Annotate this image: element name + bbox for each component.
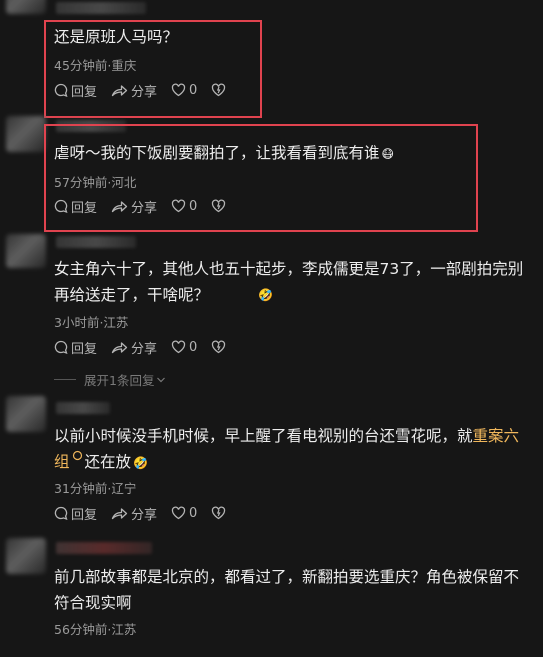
like-button[interactable]: 0 xyxy=(171,506,197,521)
dislike-button[interactable] xyxy=(211,506,229,520)
dislike-heart-icon xyxy=(212,340,226,354)
emoji-icon: 🤣 xyxy=(258,288,273,302)
avatar[interactable] xyxy=(6,234,46,268)
expand-replies-label: 展开1条回复 xyxy=(84,373,155,388)
search-circle-icon[interactable] xyxy=(72,450,83,461)
comment-actions: 回复 分享 0 xyxy=(54,504,243,523)
comment-text-before: 以前小时候没手机时候，早上醒了看电视别的台还雪花呢，就 xyxy=(54,427,473,445)
comment-text: 以前小时候没手机时候，早上醒了看电视别的台还雪花呢，就重案六组 还在放 🤣 xyxy=(54,423,532,476)
like-count: 0 xyxy=(189,505,198,521)
reply-button[interactable]: 回复 xyxy=(54,504,97,523)
like-button[interactable]: 0 xyxy=(171,340,197,355)
chevron-down-icon xyxy=(157,377,166,382)
comment-meta: 56分钟前·江苏 xyxy=(54,622,137,637)
avatar[interactable] xyxy=(6,0,46,14)
highlight-box xyxy=(44,20,262,118)
share-label: 分享 xyxy=(131,341,158,357)
reply-button[interactable]: 回复 xyxy=(54,338,97,357)
dislike-heart-icon xyxy=(212,506,226,520)
avatar[interactable] xyxy=(6,116,46,152)
comment-text: 前几部故事都是北京的，都看过了，新翻拍要选重庆？角色被保留不符合现实啊 xyxy=(54,568,520,612)
share-button[interactable]: 分享 xyxy=(111,504,157,523)
comment-bubble-icon xyxy=(54,340,68,354)
share-button[interactable]: 分享 xyxy=(111,338,157,357)
comment-bubble-icon xyxy=(54,506,68,520)
comment-meta: 31分钟前·辽宁 xyxy=(54,481,137,496)
username[interactable] xyxy=(56,402,110,414)
username[interactable] xyxy=(56,542,152,554)
like-count: 0 xyxy=(189,339,198,355)
reply-label: 回复 xyxy=(71,507,98,523)
heart-icon xyxy=(171,506,186,520)
share-arrow-icon xyxy=(111,342,128,354)
comment-text: 女主角六十了，其他人也五十起步，李成儒更是73了，一部剧拍完别再给送走了，干啥呢… xyxy=(54,260,524,304)
comment-actions: 回复 分享 0 xyxy=(54,338,243,357)
reply-label: 回复 xyxy=(71,341,98,357)
avatar[interactable] xyxy=(6,538,46,574)
share-label: 分享 xyxy=(131,507,158,523)
highlight-box xyxy=(44,124,478,232)
dislike-button[interactable] xyxy=(211,340,229,354)
username[interactable] xyxy=(56,236,136,248)
comment-text-after: 还在放 xyxy=(84,453,132,471)
heart-icon xyxy=(171,340,186,354)
username[interactable] xyxy=(56,2,146,14)
emoji-icon: 🤣 xyxy=(133,456,148,470)
comment-meta: 3小时前·江苏 xyxy=(54,315,129,330)
share-arrow-icon xyxy=(111,508,128,520)
divider xyxy=(54,379,76,380)
expand-replies-button[interactable]: 展开1条回复 xyxy=(54,370,166,389)
avatar[interactable] xyxy=(6,396,46,432)
